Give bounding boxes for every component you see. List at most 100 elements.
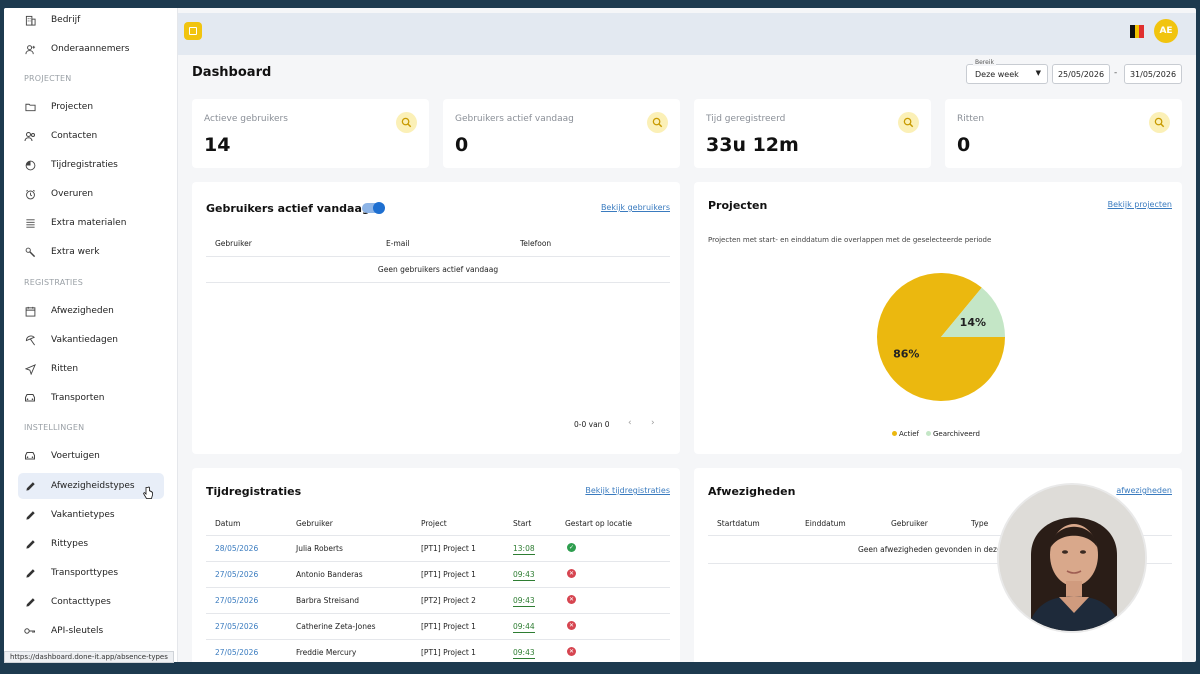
sidebar-item-transporten[interactable]: Transporten xyxy=(18,385,164,411)
legend-item-actief[interactable]: Actief xyxy=(892,430,919,438)
view-users-link[interactable]: Bekijk gebruikers xyxy=(601,203,670,212)
legend-swatch xyxy=(925,431,931,436)
app-logo[interactable] xyxy=(184,22,202,40)
flag-stripe xyxy=(1139,25,1145,38)
pie-slice-label-actief: 86% xyxy=(893,347,919,360)
row-user: Catherine Zeta-Jones xyxy=(296,622,376,631)
wrench-icon xyxy=(24,246,36,258)
row-date-link[interactable]: 27/05/2026 xyxy=(215,570,258,579)
sidebar-item-extra-materialen[interactable]: Extra materialen xyxy=(18,210,164,236)
sidebar-item-contacttypes[interactable]: Contacttypes xyxy=(18,589,164,615)
language-flag-icon[interactable] xyxy=(1130,25,1145,38)
column-header-project: Project xyxy=(421,519,447,528)
stat-label: Gebruikers actief vandaag xyxy=(455,114,574,124)
row-divider xyxy=(206,613,670,614)
legend-item-gearchiveerd[interactable]: Gearchiveerd xyxy=(925,430,980,438)
sidebar-item-label: Extra materialen xyxy=(51,218,127,228)
sidebar-item-rittypes[interactable]: Rittypes xyxy=(18,531,164,557)
folder-icon xyxy=(24,101,36,113)
row-divider xyxy=(206,587,670,588)
avatar[interactable]: AE xyxy=(1154,19,1178,43)
active-users-toggle[interactable] xyxy=(362,202,385,214)
row-date-link[interactable]: 27/05/2026 xyxy=(215,596,258,605)
pencil-icon xyxy=(24,538,36,550)
column-header-user: Gebruiker xyxy=(891,519,928,528)
chevron-left-icon[interactable]: ‹ xyxy=(628,418,632,428)
sidebar-item-label: Overuren xyxy=(51,189,94,199)
sidebar-item-vakantietypes[interactable]: Vakantietypes xyxy=(18,502,164,528)
pencil-icon xyxy=(24,509,36,521)
sidebar-item-bedrijf[interactable]: Bedrijf xyxy=(18,8,164,33)
row-start-time: 09:43 xyxy=(513,596,535,607)
sidebar-item-tijdregistraties[interactable]: Tijdregistraties xyxy=(18,152,164,178)
column-header-user: Gebruiker xyxy=(296,519,333,528)
sidebar-item-projecten[interactable]: Projecten xyxy=(18,94,164,120)
sidebar-item-label: Voertuigen xyxy=(51,451,100,461)
sidebar-item-contacten[interactable]: Contacten xyxy=(18,123,164,149)
end-date-field[interactable]: 31/05/2026 xyxy=(1124,64,1182,84)
building-icon xyxy=(24,14,36,26)
sidebar-item-label: Tijdregistraties xyxy=(51,160,118,170)
view-time-registrations-link[interactable]: Bekijk tijdregistraties xyxy=(585,486,670,495)
row-divider xyxy=(206,639,670,640)
sidebar-item-ritten[interactable]: Ritten xyxy=(18,356,164,382)
row-user: Julia Roberts xyxy=(296,544,343,553)
stat-card-active-users: Actieve gebruikers 14 xyxy=(192,99,429,168)
section-label-instellingen: INSTELLINGEN xyxy=(24,423,85,432)
range-select[interactable]: Bereik Deze week ▼ xyxy=(966,59,1048,84)
column-header-user: Gebruiker xyxy=(215,239,252,248)
row-date-link[interactable]: 27/05/2026 xyxy=(215,648,258,657)
stat-label: Actieve gebruikers xyxy=(204,114,288,124)
sidebar-item-api-sleutels[interactable]: API-sleutels xyxy=(18,618,164,644)
sidebar-item-label: Extra werk xyxy=(51,247,100,257)
search-icon[interactable] xyxy=(396,112,417,133)
sidebar-item-afwezigheden[interactable]: Afwezigheden xyxy=(18,298,164,324)
x-circle-icon: ✕ xyxy=(567,569,576,578)
row-date-link[interactable]: 28/05/2026 xyxy=(215,544,258,553)
divider xyxy=(206,535,670,536)
stat-card-time-registered: Tijd geregistreerd 33u 12m xyxy=(694,99,931,168)
row-project: [PT1] Project 1 xyxy=(421,544,476,553)
sidebar-item-label: Vakantiedagen xyxy=(51,335,118,345)
search-icon[interactable] xyxy=(647,112,668,133)
sidebar-item-onderaannemers[interactable]: Onderaannemers xyxy=(18,36,164,62)
range-selected-value: Deze week xyxy=(975,70,1019,79)
sidebar-item-vakantiedagen[interactable]: Vakantiedagen xyxy=(18,327,164,353)
page-title: Dashboard xyxy=(192,65,272,80)
sidebar-item-label: Vakantietypes xyxy=(51,510,115,520)
car-icon xyxy=(24,392,36,404)
pie-slice-label-gearchiveerd: 14% xyxy=(960,316,986,329)
row-project: [PT1] Project 1 xyxy=(421,648,476,657)
row-date-link[interactable]: 27/05/2026 xyxy=(215,622,258,631)
webcam-overlay xyxy=(997,483,1147,633)
row-start-time: 09:43 xyxy=(513,570,535,581)
x-circle-icon: ✕ xyxy=(567,647,576,656)
calendar-icon xyxy=(24,305,36,317)
sidebar-item-label: Onderaannemers xyxy=(51,44,130,54)
start-date-field[interactable]: 25/05/2026 xyxy=(1052,64,1110,84)
sidebar-item-label: Bedrijf xyxy=(51,15,81,25)
legend-label: Gearchiveerd xyxy=(932,430,980,438)
sidebar-item-label: Projecten xyxy=(51,102,94,112)
sidebar-item-extra-werk[interactable]: Extra werk xyxy=(18,239,164,265)
pagination-info: 0-0 van 0 xyxy=(574,420,610,429)
sidebar-item-transporttypes[interactable]: Transporttypes xyxy=(18,560,164,586)
sidebar-item-overuren[interactable]: Overuren xyxy=(18,181,164,207)
sidebar-item-label: API-sleutels xyxy=(51,626,104,636)
key-icon xyxy=(24,625,36,637)
search-icon[interactable] xyxy=(1149,112,1170,133)
contacts-icon xyxy=(24,130,36,142)
presenter-image xyxy=(999,485,1145,631)
stat-label: Ritten xyxy=(957,114,985,124)
column-header-start: Start xyxy=(513,519,532,528)
view-absences-link[interactable]: afwezigheden xyxy=(1116,486,1172,495)
mouse-cursor-icon xyxy=(142,486,154,504)
sidebar-item-voertuigen[interactable]: Voertuigen xyxy=(18,443,164,469)
sidebar-item-label: Transporttypes xyxy=(51,568,119,578)
sidebar-item-label: Transporten xyxy=(51,393,105,403)
stat-value: 33u 12m xyxy=(706,134,799,156)
column-header-date: Datum xyxy=(215,519,241,528)
chevron-right-icon[interactable]: › xyxy=(651,418,655,428)
search-icon[interactable] xyxy=(898,112,919,133)
check-circle-icon: ✓ xyxy=(567,543,576,552)
